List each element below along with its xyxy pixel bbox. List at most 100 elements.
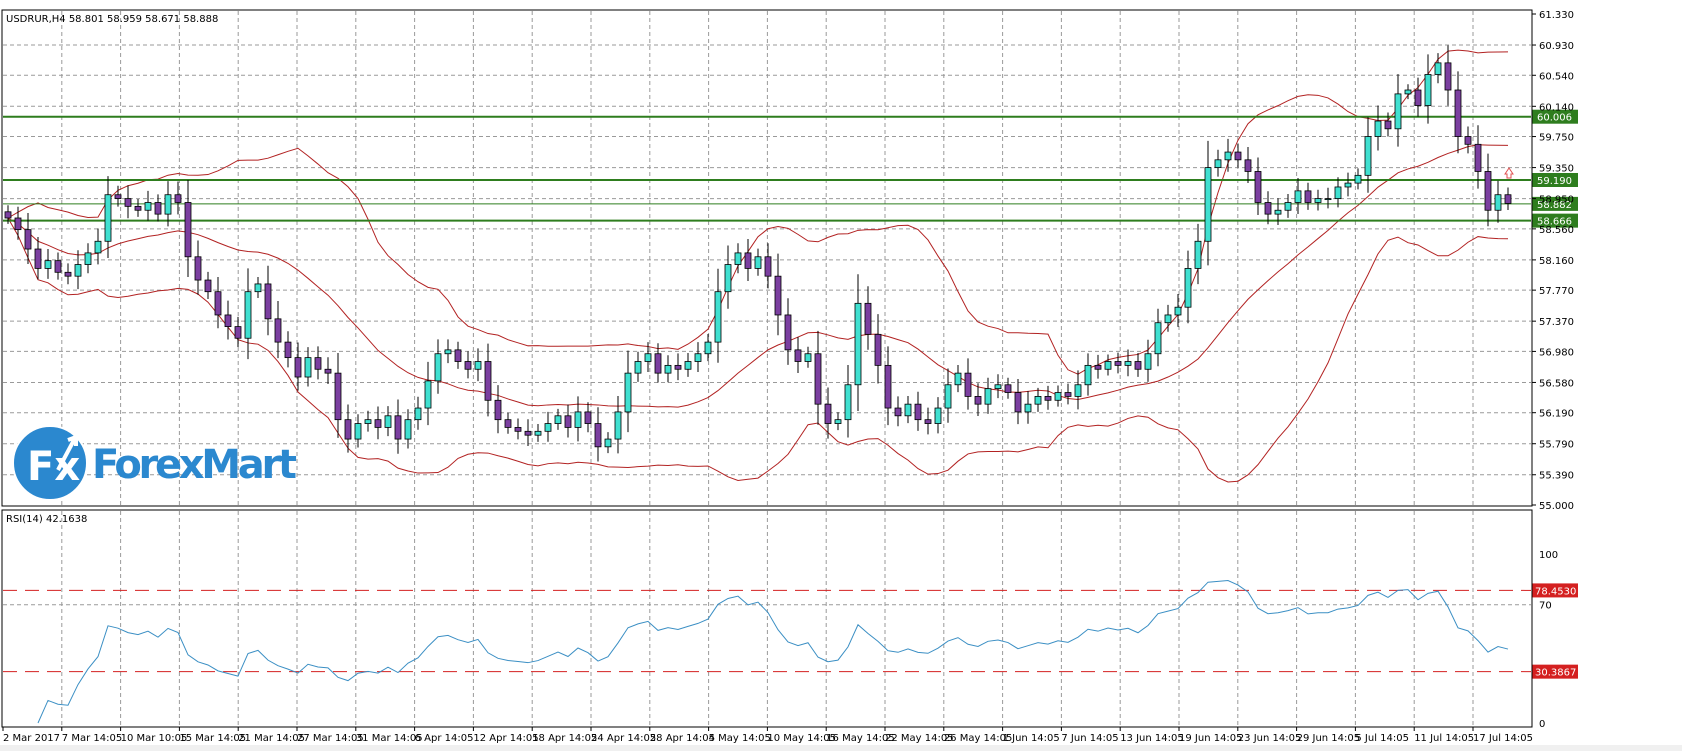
bull-candle [844,384,852,421]
price-tick-label: 58.160 [1539,256,1574,267]
bear-candle [134,205,142,211]
bull-candle [1164,314,1172,324]
bear-candle [914,403,922,421]
bear-candle [974,396,982,405]
bull-candle [1124,361,1132,366]
trading-chart[interactable]: Fx ForexMart 60.00659.19058.88258.666 78… [0,0,1682,751]
bull-candle [984,388,992,405]
bull-candle [1284,202,1292,211]
price-tick-label: 57.770 [1539,286,1574,297]
bull-candle [644,353,652,362]
bear-candle [864,302,872,335]
bear-candle [744,252,752,269]
bull-candle [1394,93,1402,130]
rsi-level-label: 78.4530 [1535,586,1576,597]
bear-candle [874,333,882,366]
price-tick-label: 59.750 [1539,133,1574,144]
rsi-tick-label: 70 [1539,601,1552,612]
bear-candle [184,202,192,258]
bear-candle [564,415,572,428]
time-tick-label: 10 Mar 10:05 [121,733,188,744]
bear-candle [1014,392,1022,413]
time-tick-label: 7 Jun 14:05 [1061,733,1118,744]
bear-candle [924,419,932,424]
bull-candle [904,403,912,417]
bear-candle [764,256,772,277]
bear-candle [124,198,132,207]
bull-candle [444,349,452,355]
bear-candle [524,430,532,436]
bear-candle [394,415,402,440]
bear-candle [1064,392,1072,397]
bear-candle [374,419,382,428]
bear-candle [584,411,592,424]
bear-candle [1474,143,1482,172]
bull-candle [84,252,92,265]
bear-candle [774,275,782,316]
bull-candle [74,264,82,277]
time-tick-label: 31 Mar 14:05 [356,733,423,744]
bull-candle [1434,62,1442,75]
bear-candle [54,260,62,273]
bull-candle [304,357,312,378]
bear-candle [964,372,972,397]
bear-candle [234,326,242,339]
logo-text: ForexMart [92,442,297,488]
bull-candle [1154,322,1162,355]
bear-candle [64,271,72,277]
bear-candle [14,217,22,231]
bull-candle [544,423,552,432]
time-tick-label: 12 Apr 14:05 [473,733,538,744]
bear-candle [1464,136,1472,145]
bear-candle [784,314,792,351]
bull-candle [754,256,762,269]
price-tick-label: 60.930 [1539,41,1574,52]
bull-candle [1274,209,1282,215]
bull-candle [614,411,622,440]
bull-candle [1194,240,1202,269]
bear-candle [214,291,222,316]
bull-candle [1424,74,1432,106]
bear-candle [1384,120,1392,130]
price-tick-label: 57.370 [1539,317,1574,328]
bear-candle [1454,89,1462,137]
bull-candle [714,291,722,343]
time-tick-label: 21 Mar 14:05 [238,733,305,744]
bull-candle [724,264,732,293]
bear-candle [1044,396,1052,401]
price-tick-label: 60.140 [1539,102,1574,113]
price-tick-label: 59.350 [1539,164,1574,175]
time-tick-label: 5 Jul 14:05 [1355,733,1409,744]
price-tick-label: 56.190 [1539,409,1574,420]
bull-candle [1074,384,1082,397]
bull-candle [854,302,862,386]
rsi-level-label: 30.3867 [1535,668,1576,679]
rsi-title: RSI(14) 42.1638 [6,514,87,525]
bear-candle [514,427,522,432]
bear-candle [1134,361,1142,370]
bull-candle [94,240,102,254]
time-tick-label: 2 Mar 2017 [3,733,60,744]
level-price-label: 60.006 [1537,113,1572,124]
chart-background [0,0,1682,745]
bull-candle [684,361,692,370]
price-tick-label: 60.540 [1539,71,1574,82]
bull-candle [1354,174,1362,184]
bear-candle [884,364,892,409]
bull-candle [1494,194,1502,211]
bear-candle [654,353,662,374]
time-tick-label: 17 Jul 14:05 [1473,733,1533,744]
bull-candle [1174,306,1182,316]
bull-candle [1374,120,1382,137]
bull-candle [624,372,632,413]
bull-candle [634,361,642,374]
bear-candle [194,256,202,281]
bear-candle [1234,151,1242,161]
bear-candle [154,202,162,215]
time-tick-label: 11 Jul 14:05 [1414,733,1474,744]
bull-candle [1084,364,1092,386]
bear-candle [484,361,492,401]
bull-candle [164,194,172,215]
time-tick-label: 6 Apr 14:05 [415,733,474,744]
bull-candle [1334,186,1342,200]
